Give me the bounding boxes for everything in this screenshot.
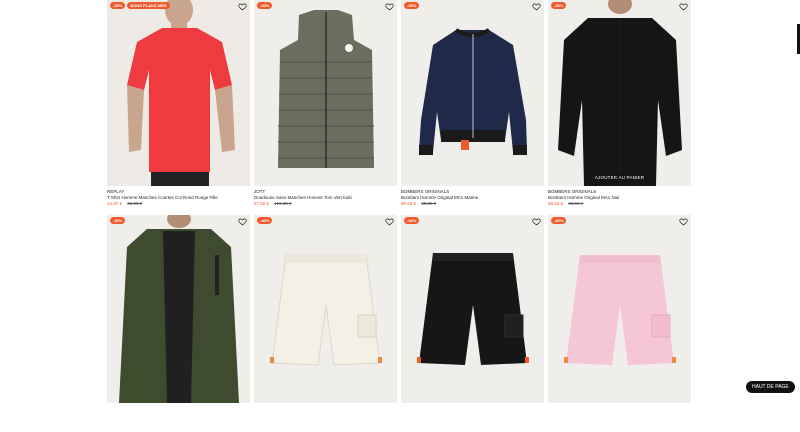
product-info — [254, 403, 397, 432]
heart-icon[interactable] — [385, 2, 394, 11]
product-card[interactable]: -50% BONS PLANS MEN REPLAY T-Shirt Homme… — [107, 0, 250, 215]
badge-group: -40% — [551, 217, 567, 224]
product-image[interactable]: -40% — [254, 0, 397, 186]
product-card[interactable]: -40% — [401, 215, 544, 432]
badge-group: -30% — [404, 2, 420, 9]
price-row — [107, 406, 250, 412]
product-card[interactable]: -40% JOTT Doudoune Sans Manches Homme To… — [254, 0, 397, 215]
price-row: 67,50 € 119,00 € — [254, 201, 397, 207]
heart-icon[interactable] — [532, 217, 541, 226]
discount-badge: -40% — [551, 217, 567, 224]
add-to-cart-button[interactable]: AJOUTER AU PANIER — [589, 173, 650, 182]
product-image[interactable]: -40% — [401, 215, 544, 403]
product-info: JOTT Doudoune Sans Manches Homme Tom Ver… — [254, 186, 397, 215]
product-info — [548, 403, 691, 432]
black-cargo-shorts-image — [417, 253, 529, 365]
red-tshirt-model-image — [107, 0, 250, 186]
discount-badge: -40% — [257, 217, 273, 224]
discount-badge: -30% — [404, 2, 420, 9]
navy-bomber-jacket-image — [419, 28, 527, 155]
product-info: BOMBERS ORIGINALS Bombers Homme Original… — [548, 186, 691, 215]
product-image[interactable]: -50% BONS PLANS MEN — [107, 0, 250, 186]
heart-icon[interactable] — [238, 2, 247, 11]
sale-price: 90,60 € — [401, 201, 417, 206]
original-price: 68,99 € — [568, 201, 584, 206]
product-image[interactable]: -40% — [254, 215, 397, 403]
discount-badge: -40% — [404, 217, 420, 224]
heart-icon[interactable] — [679, 2, 688, 11]
price-row — [254, 406, 397, 412]
discount-badge: -40% — [257, 2, 273, 9]
heart-icon[interactable] — [385, 217, 394, 226]
heart-icon[interactable] — [679, 217, 688, 226]
badge-group: -30% — [110, 217, 126, 224]
product-info: REPLAY T-Shirt Homme Manches Courtes Col… — [107, 186, 250, 215]
heart-icon[interactable] — [238, 217, 247, 226]
price-row: 90,60 € 69,99 € — [401, 201, 544, 207]
product-image[interactable]: -40% — [548, 215, 691, 403]
pink-cargo-shorts-image — [564, 255, 676, 365]
badge-group: -30% — [551, 2, 567, 9]
price-row: 68,60 € 68,99 € — [548, 201, 691, 207]
heart-icon[interactable] — [532, 2, 541, 11]
sale-price: 68,60 € — [548, 201, 564, 206]
cream-cargo-shorts-image — [270, 254, 382, 366]
original-price: 69,99 € — [421, 201, 437, 206]
badge-group: -40% — [257, 2, 273, 9]
black-bomber-model-image — [558, 0, 682, 186]
badge-group: -40% — [404, 217, 420, 224]
product-card[interactable]: -30% — [107, 215, 250, 432]
product-info — [401, 403, 544, 432]
product-image[interactable]: -30% — [107, 215, 250, 403]
product-info — [107, 403, 250, 432]
promo-badge: BONS PLANS MEN — [127, 2, 170, 9]
sale-price: 67,50 € — [254, 201, 270, 206]
sale-price: 14,97 € — [107, 201, 123, 206]
discount-badge: -50% — [110, 2, 126, 9]
product-image[interactable]: -30% AJOUTER AU PANIER — [548, 0, 691, 186]
green-bomber-model-image — [119, 215, 239, 403]
original-price: 119,00 € — [274, 201, 292, 206]
product-card[interactable]: -30% AJOUTER AU PANIER BOMBERS ORIGINALS… — [548, 0, 691, 215]
original-price: 39,99 € — [127, 201, 143, 206]
product-card[interactable]: -40% — [548, 215, 691, 432]
product-image[interactable]: -30% — [401, 0, 544, 186]
product-card[interactable]: -30% BOMBERS ORIGINALS Bombers Homme Ori… — [401, 0, 544, 215]
price-row — [401, 406, 544, 412]
back-to-top-button[interactable]: HAUT DE PAGE — [746, 381, 795, 393]
product-info: BOMBERS ORIGINALS Bombers Homme Original… — [401, 186, 544, 215]
price-row: 14,97 € 39,99 € — [107, 201, 250, 207]
badge-group: -50% BONS PLANS MEN — [110, 2, 170, 9]
price-row — [548, 406, 691, 412]
khaki-puffer-vest-image — [278, 10, 374, 168]
product-card[interactable]: -40% — [254, 215, 397, 432]
badge-group: -40% — [257, 217, 273, 224]
product-grid: -50% BONS PLANS MEN REPLAY T-Shirt Homme… — [107, 0, 691, 432]
discount-badge: -30% — [551, 2, 567, 9]
discount-badge: -30% — [110, 217, 126, 224]
